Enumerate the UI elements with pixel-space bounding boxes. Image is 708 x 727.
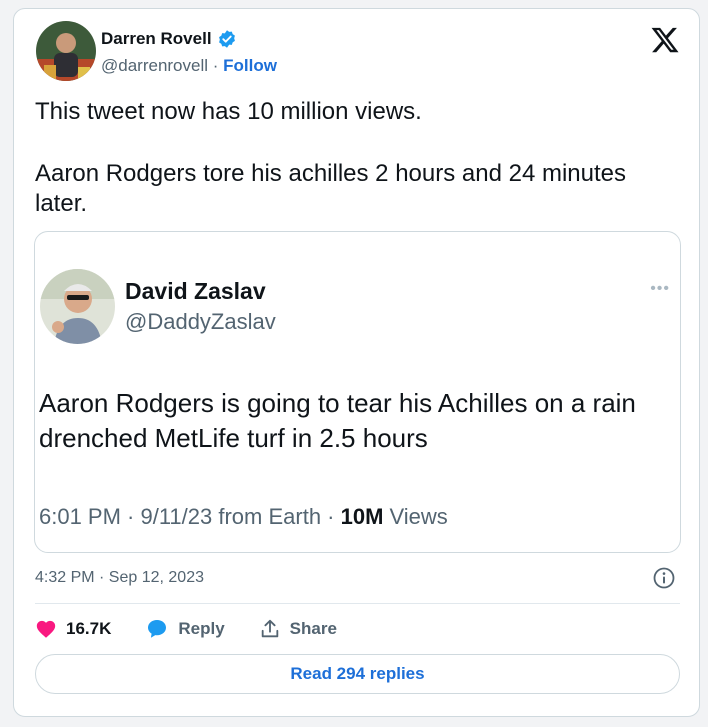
x-logo-icon[interactable] — [650, 25, 680, 55]
author-handle-line: @darrenrovell · Follow — [101, 56, 277, 76]
tweet-timestamp[interactable]: 4:32 PM · Sep 12, 2023 — [35, 569, 204, 587]
follow-button[interactable]: Follow — [223, 56, 277, 75]
share-label: Share — [289, 619, 337, 638]
verified-badge-icon — [218, 30, 235, 48]
quoted-tweet-text: Aaron Rodgers is going to tear his Achil… — [39, 388, 636, 453]
tweet-text-line1: This tweet now has 10 million views. — [35, 98, 422, 125]
share-icon — [261, 619, 278, 638]
share-button[interactable]: Share — [259, 618, 337, 640]
quoted-author-avatar[interactable] — [40, 269, 115, 344]
quoted-views-count: 10M — [340, 504, 384, 529]
quoted-tweet[interactable]: David Zaslav @DaddyZaslav ••• Aaron Rodg… — [34, 231, 681, 553]
more-options-icon[interactable]: ••• — [650, 280, 670, 298]
like-count: 16.7K — [66, 619, 112, 638]
tweet-text-line2: Aaron Rodgers tore his achilles 2 hours … — [35, 160, 626, 217]
author-name[interactable]: Darren Rovell — [101, 29, 237, 49]
quoted-views-label: Views — [383, 504, 448, 529]
divider — [35, 603, 680, 604]
reply-bubble-icon — [148, 620, 167, 638]
reply-label: Reply — [178, 619, 225, 638]
quoted-author-handle[interactable]: @DaddyZaslav — [125, 309, 276, 335]
info-icon[interactable] — [652, 566, 676, 590]
tweet-card: Darren Rovell @darrenrovell · Follow Thi… — [13, 8, 700, 717]
read-replies-button[interactable]: Read 294 replies — [35, 654, 680, 694]
reply-button[interactable]: Reply — [145, 617, 225, 641]
quoted-meta-prefix: 6:01 PM · 9/11/23 from Earth · — [39, 504, 341, 529]
heart-icon — [36, 620, 56, 638]
like-button[interactable]: 16.7K — [35, 618, 111, 640]
quoted-author-name[interactable]: David Zaslav — [125, 278, 266, 305]
quoted-tweet-meta: 6:01 PM · 9/11/23 from Earth · 10M Views — [39, 504, 448, 530]
author-handle[interactable]: @darrenrovell — [101, 56, 208, 75]
action-bar: 16.7K Reply Share — [35, 617, 371, 641]
author-avatar[interactable] — [36, 21, 96, 81]
handle-separator: · — [208, 56, 224, 75]
author-name-text[interactable]: Darren Rovell — [101, 29, 212, 49]
